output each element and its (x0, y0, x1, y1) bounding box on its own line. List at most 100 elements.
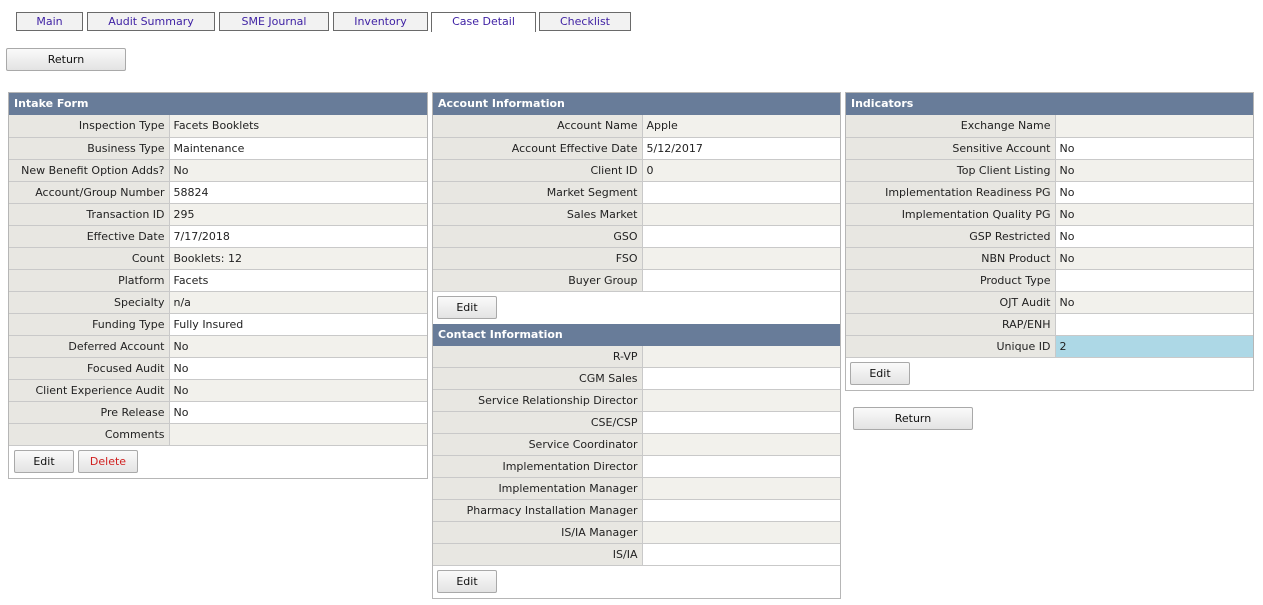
intake-row: Specialty n/a (9, 291, 427, 314)
intake-row: Deferred Account No (9, 335, 427, 358)
intake-row: Count Booklets: 12 (9, 247, 427, 270)
field-label: Focused Audit (9, 357, 170, 380)
field-value: 295 (169, 203, 427, 226)
account-info-header: Account Information (433, 93, 840, 115)
field-label: Buyer Group (433, 269, 643, 292)
indicators-row: Unique ID 2 (846, 335, 1253, 358)
field-label: Implementation Readiness PG (846, 181, 1056, 204)
return-button-bottom[interactable]: Return (853, 407, 973, 430)
indicators-panel: Indicators Exchange Name Sensitive Accoun… (845, 92, 1254, 391)
field-value: No (1055, 247, 1253, 270)
intake-row: Funding Type Fully Insured (9, 313, 427, 336)
field-label: Top Client Listing (846, 159, 1056, 182)
return-button-top[interactable]: Return (6, 48, 126, 71)
intake-edit-button[interactable]: Edit (14, 449, 74, 473)
indicators-row: GSP Restricted No (846, 225, 1253, 248)
intake-row: Account/Group Number 58824 (9, 181, 427, 204)
intake-row: Pre Release No (9, 401, 427, 424)
tab-checklist[interactable]: Checklist (539, 12, 631, 31)
field-value (642, 499, 840, 522)
indicators-row: Sensitive Account No (846, 137, 1253, 160)
field-label: R-VP (433, 345, 643, 368)
intake-row: Transaction ID 295 (9, 203, 427, 226)
account-row: GSO (433, 225, 840, 248)
field-label: Client ID (433, 159, 643, 182)
field-value: No (169, 159, 427, 182)
account-row: Account Name Apple (433, 115, 840, 138)
field-value (642, 543, 840, 566)
field-value (642, 389, 840, 412)
field-value (642, 455, 840, 478)
intake-row: Platform Facets (9, 269, 427, 292)
contact-row: Pharmacy Installation Manager (433, 499, 840, 522)
contact-edit-button[interactable]: Edit (437, 570, 497, 593)
field-label: Sales Market (433, 203, 643, 226)
field-label: Market Segment (433, 181, 643, 204)
field-label: Account/Group Number (9, 181, 170, 204)
field-value: n/a (169, 291, 427, 314)
field-value: No (169, 401, 427, 424)
indicators-row: Implementation Readiness PG No (846, 181, 1253, 204)
field-value: Booklets: 12 (169, 247, 427, 270)
intake-row: Client Experience Audit No (9, 379, 427, 402)
contact-row: Service Coordinator (433, 433, 840, 456)
field-label: Transaction ID (9, 203, 170, 226)
indicators-row: NBN Product No (846, 247, 1253, 270)
field-value: No (1055, 225, 1253, 248)
account-edit-button[interactable]: Edit (437, 295, 497, 319)
field-value: No (1055, 291, 1253, 314)
tab-sme-journal[interactable]: SME Journal (219, 12, 329, 31)
field-value (1055, 115, 1253, 138)
tab-case-detail[interactable]: Case Detail (431, 12, 536, 32)
field-value: 0 (642, 159, 840, 182)
intake-row: Business Type Maintenance (9, 137, 427, 160)
indicators-row: Product Type (846, 269, 1253, 292)
field-label: OJT Audit (846, 291, 1056, 314)
field-value: 7/17/2018 (169, 225, 427, 248)
contact-row: CSE/CSP (433, 411, 840, 434)
contact-info-table: R-VP CGM Sales Service Relationship Direct… (433, 345, 840, 566)
tab-inventory[interactable]: Inventory (333, 12, 428, 31)
contact-row: Implementation Manager (433, 477, 840, 500)
tab-main[interactable]: Main (16, 12, 83, 31)
contact-row: CGM Sales (433, 367, 840, 390)
contact-row: R-VP (433, 345, 840, 368)
field-value: No (1055, 137, 1253, 160)
field-label: Account Effective Date (433, 137, 643, 160)
field-label: Implementation Director (433, 455, 643, 478)
field-value (642, 367, 840, 390)
field-label: Specialty (9, 291, 170, 314)
account-row: FSO (433, 247, 840, 270)
field-label: GSP Restricted (846, 225, 1056, 248)
field-label: Pharmacy Installation Manager (433, 499, 643, 522)
field-label: Service Relationship Director (433, 389, 643, 412)
intake-delete-button[interactable]: Delete (78, 449, 138, 473)
field-label: CGM Sales (433, 367, 643, 390)
account-info-table: Account Name Apple Account Effective Date 5… (433, 115, 840, 292)
indicators-row: RAP/ENH (846, 313, 1253, 336)
intake-form-footer: Edit Delete (9, 445, 427, 478)
field-value: No (1055, 159, 1253, 182)
field-label: Implementation Manager (433, 477, 643, 500)
tab-audit-summary[interactable]: Audit Summary (87, 12, 215, 31)
indicators-row: Top Client Listing No (846, 159, 1253, 182)
contact-info-footer: Edit (433, 566, 840, 598)
field-value (642, 203, 840, 226)
field-value: No (169, 357, 427, 380)
field-value (642, 247, 840, 270)
field-label: Comments (9, 423, 170, 446)
indicators-edit-button[interactable]: Edit (850, 361, 910, 385)
field-label: Sensitive Account (846, 137, 1056, 160)
field-label: Effective Date (9, 225, 170, 248)
contact-row: Implementation Director (433, 455, 840, 478)
field-value (642, 345, 840, 368)
indicators-row: Exchange Name (846, 115, 1253, 138)
contact-row: IS/IA Manager (433, 521, 840, 544)
account-row: Client ID 0 (433, 159, 840, 182)
field-value: No (1055, 181, 1253, 204)
field-value: Maintenance (169, 137, 427, 160)
field-value: 2 (1055, 335, 1253, 358)
field-label: Deferred Account (9, 335, 170, 358)
field-value: 58824 (169, 181, 427, 204)
field-value: Apple (642, 115, 840, 138)
